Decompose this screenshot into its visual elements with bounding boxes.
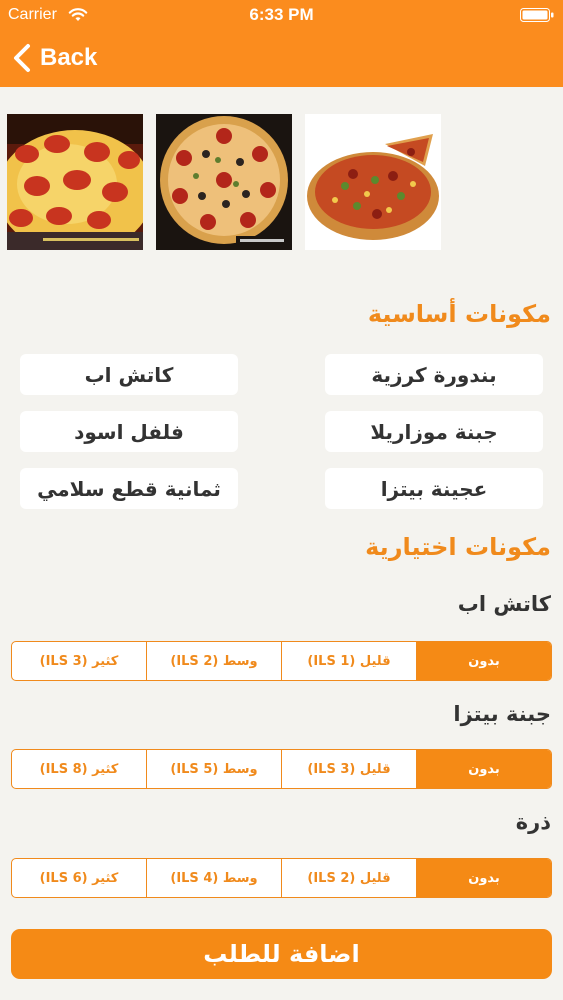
pizza-image-2[interactable] [156, 114, 292, 250]
ingredient-chip: عجينة بيتزا [325, 468, 543, 509]
back-button[interactable]: Back [12, 38, 97, 78]
ingredient-chip: ثمانية قطع سلامي [20, 468, 238, 509]
chevron-left-icon [14, 44, 30, 72]
segment-little[interactable]: قليل (ILS 2) [281, 859, 416, 897]
ingredient-chip: فلفل اسود [20, 411, 238, 452]
option-label-ketchup: كاتش اب [457, 592, 551, 616]
segment-none[interactable]: بدون [416, 859, 551, 897]
add-to-order-button[interactable]: اضافة للطلب [11, 929, 552, 979]
segment-lots[interactable]: كثير (ILS 3) [12, 642, 146, 680]
optional-ingredients-title: مكونات اختيارية [365, 533, 551, 561]
pizza-cheese-amount-selector: بدون قليل (ILS 3) وسط (ILS 5) كثير (ILS … [11, 749, 552, 789]
segment-none[interactable]: بدون [416, 642, 551, 680]
segment-medium[interactable]: وسط (ILS 5) [146, 750, 281, 788]
option-label-pizza-cheese: جبنة بيتزا [453, 702, 551, 726]
basic-ingredients-title: مكونات أساسية [367, 300, 551, 328]
ketchup-amount-selector: بدون قليل (ILS 1) وسط (ILS 2) كثير (ILS … [11, 641, 552, 681]
status-time: 6:33 PM [249, 5, 314, 24]
navigation-bar: Back [0, 30, 563, 87]
option-label-corn: ذرة [515, 810, 551, 834]
segment-little[interactable]: قليل (ILS 1) [281, 642, 416, 680]
segment-lots[interactable]: كثير (ILS 6) [12, 859, 146, 897]
segment-medium[interactable]: وسط (ILS 2) [146, 642, 281, 680]
ingredient-chip: جبنة موزاريلا [325, 411, 543, 452]
segment-medium[interactable]: وسط (ILS 4) [146, 859, 281, 897]
ingredient-chip: كاتش اب [20, 354, 238, 395]
pizza-image-1[interactable] [7, 114, 143, 250]
battery-icon [520, 8, 554, 22]
back-label: Back [40, 44, 98, 71]
pizza-image-3[interactable] [305, 114, 441, 250]
ingredient-chip: بندورة كرزية [325, 354, 543, 395]
basic-ingredients-grid: بندورة كرزية كاتش اب جبنة موزاريلا فلفل … [20, 354, 543, 509]
status-bar: Carrier 6:33 PM [0, 0, 563, 30]
segment-lots[interactable]: كثير (ILS 8) [12, 750, 146, 788]
segment-none[interactable]: بدون [416, 750, 551, 788]
segment-little[interactable]: قليل (ILS 3) [281, 750, 416, 788]
corn-amount-selector: بدون قليل (ILS 2) وسط (ILS 4) كثير (ILS … [11, 858, 552, 898]
pizza-gallery [7, 114, 441, 250]
